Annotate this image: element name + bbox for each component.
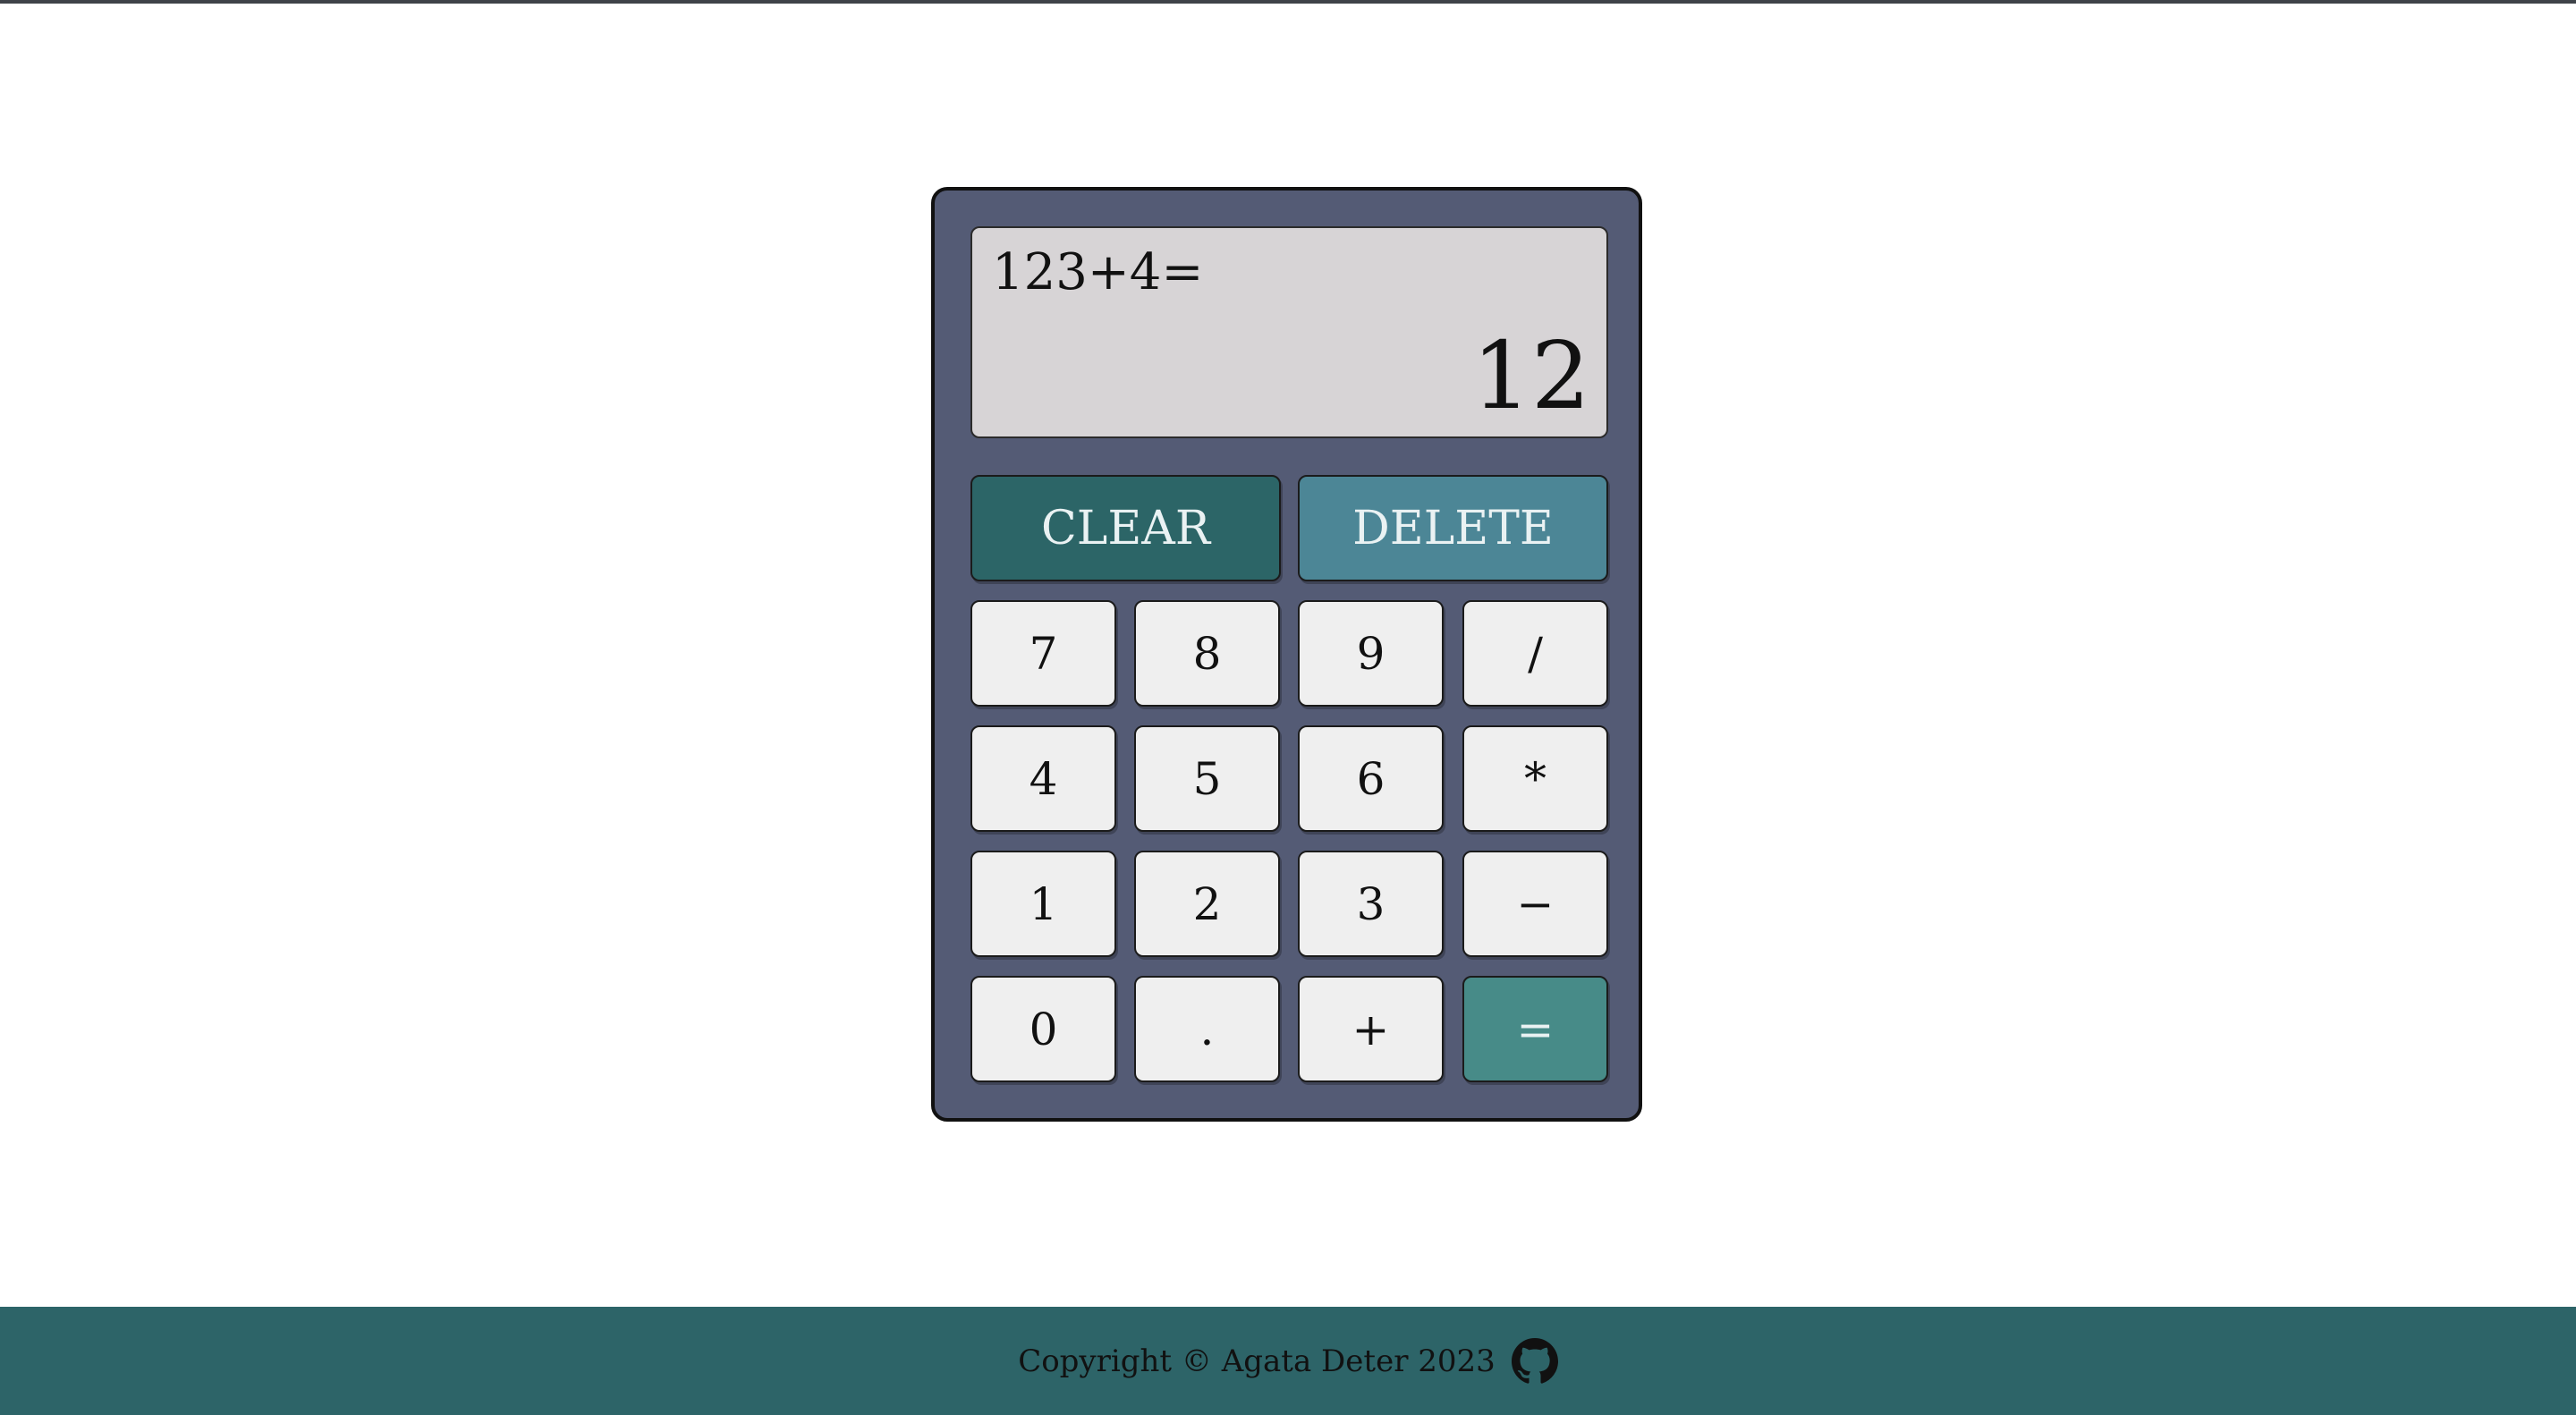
number-9-button[interactable]: 9 bbox=[1298, 600, 1444, 707]
number-0-button[interactable]: 0 bbox=[970, 976, 1116, 1082]
page: 123+4= 12 CLEAR DELETE 7 8 9 / 4 5 6 * 1… bbox=[0, 0, 2576, 1415]
number-3-button[interactable]: 3 bbox=[1298, 851, 1444, 957]
copyright-text: Copyright © Agata Deter 2023 bbox=[1018, 1343, 1496, 1379]
calculator: 123+4= 12 CLEAR DELETE 7 8 9 / 4 5 6 * 1… bbox=[931, 187, 1642, 1122]
multiply-button[interactable]: * bbox=[1462, 725, 1608, 832]
top-border-line bbox=[0, 0, 2576, 4]
divide-button[interactable]: / bbox=[1462, 600, 1608, 707]
add-button[interactable]: + bbox=[1298, 976, 1444, 1082]
clear-button[interactable]: CLEAR bbox=[970, 475, 1281, 581]
number-2-button[interactable]: 2 bbox=[1134, 851, 1280, 957]
previous-operand: 123+4= bbox=[992, 243, 1204, 301]
number-1-button[interactable]: 1 bbox=[970, 851, 1116, 957]
number-8-button[interactable]: 8 bbox=[1134, 600, 1280, 707]
github-icon[interactable] bbox=[1511, 1337, 1558, 1385]
decimal-button[interactable]: . bbox=[1134, 976, 1280, 1082]
number-6-button[interactable]: 6 bbox=[1298, 725, 1444, 832]
subtract-button[interactable]: − bbox=[1462, 851, 1608, 957]
delete-button[interactable]: DELETE bbox=[1298, 475, 1608, 581]
number-4-button[interactable]: 4 bbox=[970, 725, 1116, 832]
current-operand: 12 bbox=[1471, 321, 1590, 430]
footer: Copyright © Agata Deter 2023 bbox=[0, 1307, 2576, 1415]
equals-button[interactable]: = bbox=[1462, 976, 1608, 1082]
number-7-button[interactable]: 7 bbox=[970, 600, 1116, 707]
number-5-button[interactable]: 5 bbox=[1134, 725, 1280, 832]
calculator-display: 123+4= 12 bbox=[970, 226, 1608, 438]
